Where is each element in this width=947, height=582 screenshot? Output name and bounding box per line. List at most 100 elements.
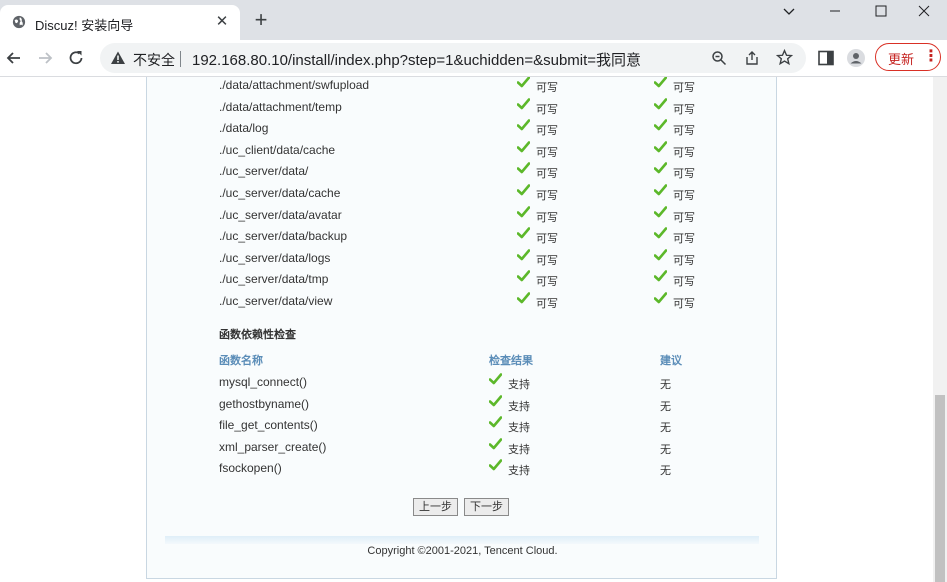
func-advice: 无 [660,422,671,435]
bookmark-star-icon[interactable] [776,49,793,66]
dir-path: ./uc_server/data/ [219,164,309,179]
status-text: 可写 [673,254,695,267]
profile-avatar-icon[interactable] [846,48,866,68]
minimize-icon [830,10,840,12]
status-text: 可写 [673,103,695,116]
reload-icon[interactable] [66,48,86,68]
func-name: mysql_connect() [219,375,308,389]
table-row: ./data/attachment/swfupload 可写 可写 [147,77,778,98]
table-row: ./uc_server/data/可写 可写 [147,162,778,184]
status-text: 支持 [508,379,530,391]
check-icon [489,373,502,385]
status-text: 可写 [673,276,695,289]
table-row: ./uc_server/data/view 可写 可写 [147,292,778,314]
check-icon [517,184,530,196]
back-arrow-icon[interactable] [4,48,24,68]
check-icon [654,119,667,131]
status-text: 支持 [508,465,530,478]
status-text: 可写 [536,276,558,289]
table-row: ./uc_server/data/backup 可写 可写 [147,227,778,249]
table-row: ./uc_server/data/logs 可写 可写 [147,248,778,271]
check-icon [654,292,667,304]
footer-bar [165,536,759,544]
check-icon [654,77,667,88]
status-text: 可写 [673,211,695,224]
check-icon [654,205,667,217]
maximize-button[interactable] [858,0,904,28]
dir-path: ./uc_server/data/backup [219,229,348,244]
warning-icon[interactable] [110,50,126,66]
dir-path: ./uc_server/data/cache [219,186,341,200]
copyright-text: Copyright ©2001-2021, Tencent Cloud. [367,545,558,557]
func-section-title: 函数依赖性检查 [219,329,296,341]
table-row: ./uc_server/data/tmp 可写 可写 [147,270,778,292]
status-text: 可写 [536,190,558,202]
new-tab-button[interactable]: + [252,9,270,31]
prev-step-button[interactable]: 上一步 [413,498,458,516]
check-icon [517,162,530,174]
zoom-icon[interactable] [711,50,727,66]
dir-path: ./data/attachment/swfupload [219,78,370,92]
status-text: 可写 [673,233,695,246]
url-text[interactable]: 192.168.80.10/install/index.php?step=1&u… [192,49,641,70]
status-text: 可写 [673,125,695,138]
side-panel-icon[interactable] [816,48,836,68]
share-icon[interactable] [744,50,760,66]
chevron-down-icon [783,8,795,15]
check-icon [489,459,502,471]
dir-path: ./uc_server/data/avatar [219,207,342,222]
check-icon [489,394,502,406]
status-text: 可写 [673,146,695,159]
maximize-icon [875,5,887,17]
check-icon [654,184,667,196]
check-icon [517,119,530,131]
check-icon [517,248,530,261]
update-button[interactable]: 更新 ⋮ [875,43,941,71]
dir-path: ./uc_client/data/cache [219,142,336,157]
status-text: 可写 [673,168,695,181]
status-text: 可写 [536,125,558,138]
close-window-button[interactable] [901,0,947,28]
status-text: 可写 [673,190,695,202]
table-row: ./data/log 可写 可写 [147,119,778,141]
check-icon [517,97,530,109]
minimize-button[interactable] [812,0,858,28]
func-advice: 无 [660,443,671,456]
page-scrollbar[interactable] [933,77,947,582]
table-row: ./uc_server/data/cache 可写 可写 [147,184,778,206]
table-row: ./data/attachment/temp 可写 可写 [147,97,778,120]
check-icon [517,77,530,88]
status-text: 支持 [508,443,530,456]
check-icon [654,97,667,109]
close-icon [918,5,930,17]
browser-tab[interactable]: Discuz! 安装向导 ✕ [0,5,240,40]
dir-path: ./uc_server/data/view [219,294,333,308]
status-text: 可写 [536,254,558,267]
func-advice: 无 [660,400,671,413]
check-icon [517,227,530,239]
tab-search-button[interactable] [766,0,812,28]
dir-path: ./uc_server/data/logs [219,250,331,265]
func-name: xml_parser_create() [219,439,327,454]
status-text: 支持 [508,422,530,435]
func-advice: 无 [660,379,671,391]
status-text: 可写 [536,168,558,181]
dir-path: ./uc_server/data/tmp [219,272,329,287]
status-text: 可写 [536,233,558,246]
address-bar[interactable]: 不安全 192.168.80.10/install/index.php?step… [100,43,806,73]
func-header-advice: 建议 [660,355,682,367]
status-text: 可写 [673,298,695,310]
security-label[interactable]: 不安全 [133,50,175,70]
status-text: 可写 [536,146,558,159]
next-step-button[interactable]: 下一步 [464,498,509,516]
check-icon [517,140,530,153]
check-icon [654,162,667,174]
forward-arrow-icon[interactable] [35,48,55,68]
table-row: gethostbyname() 支持 无 [147,394,778,417]
func-name: file_get_contents() [219,418,318,433]
table-row: fsockopen() 支持 无 [147,459,778,481]
check-icon [654,248,667,261]
scrollbar-thumb[interactable] [935,395,945,582]
globe-icon [12,15,26,29]
close-tab-icon[interactable]: ✕ [214,14,230,30]
